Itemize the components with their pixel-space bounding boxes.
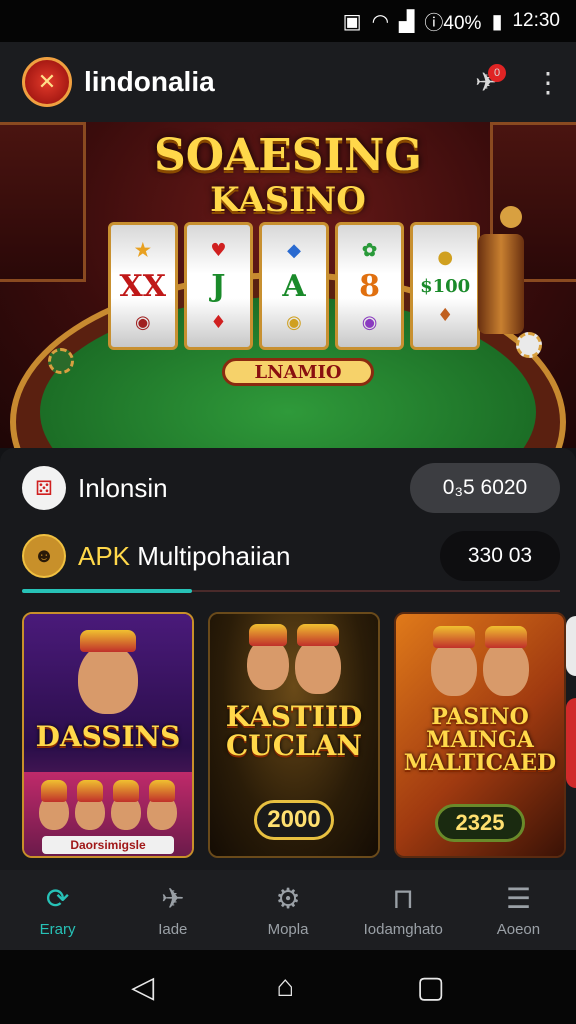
- notification-button[interactable]: ✈ 0: [466, 62, 506, 102]
- reel-symbol: ◉: [134, 311, 151, 333]
- reel-symbol: ♥: [210, 239, 227, 261]
- reel: ● $100 ♦: [410, 222, 480, 350]
- app-title: lindonalia: [84, 66, 215, 97]
- character-face: [483, 626, 529, 696]
- reel-symbol: XX: [119, 268, 167, 304]
- list-icon: ☰: [505, 882, 531, 914]
- reel-symbol: J: [211, 268, 226, 304]
- side-peek: [566, 616, 576, 676]
- battery-text: ⓘ40%: [424, 12, 482, 34]
- reel-symbol: A: [282, 268, 306, 304]
- reel: ✿ 8 ◉: [334, 222, 405, 350]
- reel: ★ XX ◉: [108, 222, 178, 350]
- nav-item-aoeon[interactable]: ☰ Aoeon: [461, 870, 576, 950]
- character-face: [147, 780, 177, 830]
- character-face: [247, 624, 289, 690]
- banner-title-line1: SOAESING: [154, 130, 422, 181]
- nav-label: Mopla: [267, 920, 309, 938]
- card-title: DASSINS: [35, 720, 181, 753]
- avatar: ☻: [22, 534, 66, 578]
- refresh-icon: ⟳: [45, 882, 70, 914]
- character-face: [431, 626, 477, 696]
- nav-item-iade[interactable]: ✈ Iade: [115, 870, 230, 950]
- more-vert-icon[interactable]: ⋮: [534, 66, 562, 99]
- balance-pill[interactable]: 0₃5 6020: [410, 463, 560, 513]
- banner-title-line2: KASINO: [210, 180, 366, 220]
- casino-logo-icon[interactable]: ✕: [22, 57, 72, 107]
- send-icon: ✈: [161, 882, 185, 914]
- apk-row[interactable]: ☻ APK Multipohaiian 330 03: [22, 530, 560, 582]
- card-title: KASTIID CUCLAN: [225, 700, 363, 763]
- reel: ♥ J ♦: [183, 222, 254, 350]
- reel-symbol: ◉: [286, 311, 302, 333]
- side-peek-red: [566, 698, 576, 788]
- nav-label: Erary: [39, 920, 76, 938]
- card-subtitle: Daorsimigsle: [42, 836, 174, 854]
- slot-reels: ★ XX ◉ ♥ J ♦ ◆ A ◉ ✿ 8 ◉ ● $100 ♦: [108, 222, 480, 350]
- battery-icon: ▮: [491, 10, 503, 33]
- card-characters: [24, 780, 192, 830]
- card-characters: [396, 626, 564, 696]
- bottom-nav: ⟳ Erary ✈ Iade ⚙ Mopla ⊓ Iodamghato ☰ Ao…: [0, 870, 576, 950]
- tab-indicator: [22, 589, 192, 593]
- notification-badge: 0: [488, 64, 506, 82]
- info-row[interactable]: ⚄ Inlonsin 0₃5 6020: [22, 462, 560, 514]
- reel: ◆ A ◉: [259, 222, 329, 350]
- basket-icon: ⊓: [392, 882, 415, 914]
- recents-icon[interactable]: ▢: [417, 970, 445, 1005]
- character-face: [111, 780, 141, 830]
- wifi-icon: ◠: [371, 10, 390, 33]
- sim-icon: ▣: [342, 10, 362, 33]
- nav-label: Iade: [158, 920, 188, 938]
- row-label: Inlonsin: [78, 472, 168, 503]
- back-icon[interactable]: ◁: [131, 970, 154, 1005]
- row-label: APK Multipohaiian: [78, 541, 440, 572]
- apk-label: APK: [78, 540, 131, 571]
- character-face: [75, 780, 105, 830]
- reel-symbol: $100: [420, 275, 471, 297]
- card-character: [24, 630, 192, 714]
- game-card[interactable]: KASTIID CUCLAN 2000: [208, 612, 380, 858]
- banner-plate: LNAMIO: [222, 358, 374, 386]
- casino-chip: [516, 332, 542, 358]
- content-panel: ⚄ Inlonsin 0₃5 6020 ☻ APK Multipohaiian …: [0, 448, 576, 870]
- slot-lever: [478, 234, 524, 334]
- reel-symbol: ✿: [362, 239, 378, 261]
- reel-symbol: ◆: [287, 239, 301, 261]
- reel-symbol: ★: [134, 239, 151, 261]
- lever-knob: [500, 206, 522, 228]
- nav-label: Iodamghato: [363, 920, 443, 938]
- hero-banner[interactable]: SOAESING KASINO ★ XX ◉ ♥ J ♦ ◆ A ◉ ✿ 8 ◉…: [0, 122, 576, 448]
- card-badge: 2000: [254, 800, 334, 840]
- card-characters: [210, 624, 378, 694]
- home-icon[interactable]: ⌂: [276, 970, 294, 1004]
- status-bar: ▣ ◠ ▟ ⓘ40% ▮ 12:30: [0, 0, 576, 42]
- character-face: [39, 780, 69, 830]
- dice-icon: ⚄: [22, 466, 66, 510]
- character-face: [78, 630, 138, 714]
- game-cards: DASSINS Daorsimigsle KASTIID CUCLAN 2000: [22, 612, 576, 858]
- reel-symbol: ♦: [437, 304, 454, 326]
- nav-item-mopla[interactable]: ⚙ Mopla: [230, 870, 345, 950]
- value-pill[interactable]: 330 03: [440, 531, 560, 581]
- settings-icon: ⚙: [275, 882, 301, 914]
- row-label-text: Multipohaiian: [130, 540, 291, 571]
- character-face: [295, 624, 341, 694]
- reel-symbol: ◉: [361, 311, 378, 333]
- app-bar: ✕ lindonalia ✈ 0 ⋮: [0, 42, 576, 122]
- nav-label: Aoeon: [496, 920, 541, 938]
- casino-chip: [48, 348, 74, 374]
- game-card[interactable]: DASSINS Daorsimigsle: [22, 612, 194, 858]
- nav-item-erary[interactable]: ⟳ Erary: [0, 870, 115, 950]
- nav-item-iodamghato[interactable]: ⊓ Iodamghato: [346, 870, 461, 950]
- signal-icon: ▟: [399, 10, 415, 33]
- reel-symbol: ●: [437, 246, 454, 268]
- card-badge: 2325: [435, 804, 525, 842]
- reel-symbol: ♦: [210, 311, 227, 333]
- system-nav-bar: ◁ ⌂ ▢: [0, 950, 576, 1024]
- game-card[interactable]: PASINO MAINGA MALTICAED 2325: [394, 612, 566, 858]
- card-title: PASINO MAINGA MALTICAED: [403, 704, 557, 777]
- reel-symbol: 8: [359, 268, 381, 304]
- clock: 12:30: [512, 10, 560, 31]
